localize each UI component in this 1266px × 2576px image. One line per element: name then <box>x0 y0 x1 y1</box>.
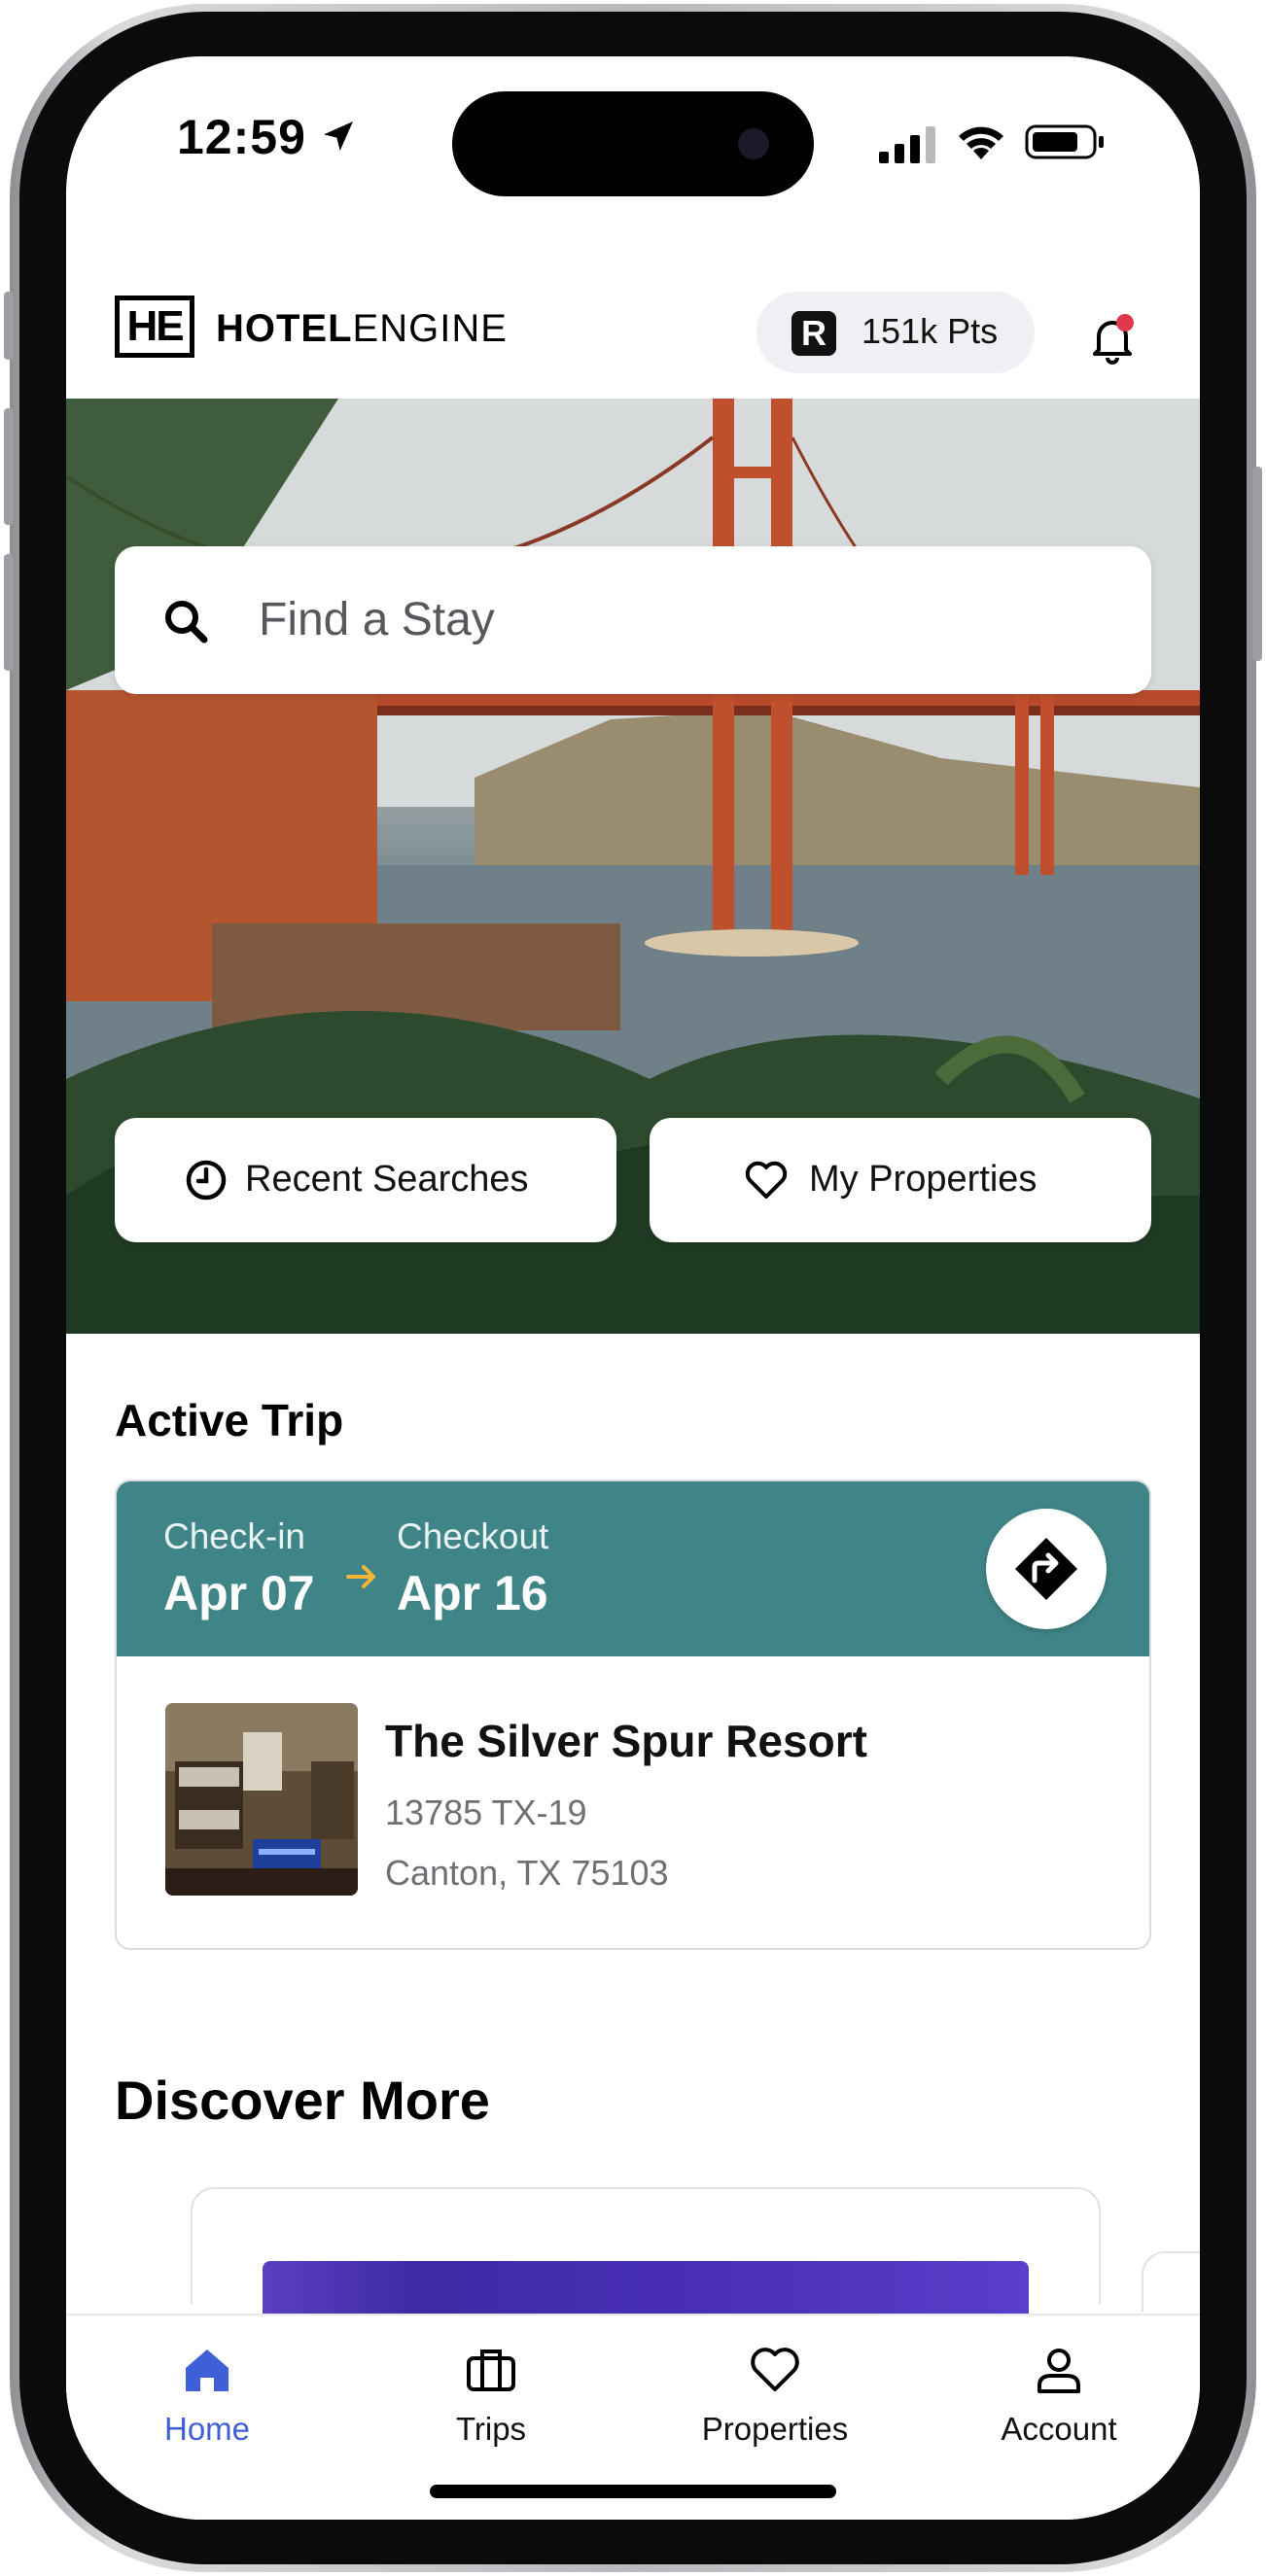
hotel-address-line2: Canton, TX 75103 <box>385 1853 669 1893</box>
tab-account-label: Account <box>1001 2411 1117 2447</box>
hotel-room-photo <box>165 1703 358 1896</box>
clock-icon <box>186 1160 227 1201</box>
tab-home[interactable]: Home <box>66 2315 348 2461</box>
volume-down-button <box>4 554 14 671</box>
camera-icon <box>738 128 769 159</box>
arrow-right-icon <box>346 1565 375 1588</box>
briefcase-icon <box>467 2350 515 2391</box>
tab-properties[interactable]: Properties <box>634 2315 916 2461</box>
tab-home-label: Home <box>163 2411 251 2447</box>
power-button <box>1252 467 1262 661</box>
find-a-stay-search[interactable]: Find a Stay <box>115 546 1151 694</box>
home-indicator[interactable] <box>430 2485 836 2498</box>
hero-image-section: Find a Stay Recent Searches My Propertie… <box>66 399 1200 1334</box>
status-bar: 12:59 <box>66 56 1200 202</box>
recent-searches-button[interactable]: Recent Searches <box>115 1118 616 1242</box>
discover-card[interactable] <box>191 2187 1101 2319</box>
rewards-points-button[interactable]: R 151k Pts <box>756 292 1035 373</box>
tab-account[interactable]: Account <box>918 2315 1200 2461</box>
status-time: 12:59 <box>177 110 306 164</box>
checkin-date: Apr 07 <box>163 1566 315 1620</box>
checkout-date: Apr 16 <box>397 1566 548 1620</box>
hotel-name: The Silver Spur Resort <box>385 1716 867 1766</box>
active-trip-card[interactable]: Check-in Apr 07 Checkout Apr 16 The Silv… <box>115 1479 1151 1950</box>
cellular-signal-icon <box>879 126 935 163</box>
hotel-thumbnail-image <box>165 1703 358 1896</box>
hotel-address-line1: 13785 TX-19 <box>385 1793 587 1832</box>
home-icon <box>186 2350 229 2391</box>
discover-card-next[interactable] <box>1142 2251 1200 2312</box>
dynamic-island <box>452 91 814 196</box>
brand-logo-text: HOTELENGINE <box>216 307 508 351</box>
checkin-label: Check-in <box>163 1516 305 1556</box>
heart-icon <box>745 1161 788 1199</box>
tab-properties-label: Properties <box>701 2411 849 2447</box>
brand-logo-mark: HE <box>115 296 194 358</box>
logo-text-regular: ENGINE <box>352 307 508 350</box>
battery-icon <box>1025 124 1104 159</box>
directions-icon <box>1015 1538 1077 1600</box>
screen: 12:59 HE HOTELENGINE R 151k Pts Find a S… <box>66 56 1200 2520</box>
trip-dates-header: Check-in Apr 07 Checkout Apr 16 <box>117 1481 1149 1656</box>
my-properties-label: My Properties <box>809 1159 1037 1200</box>
volume-up-button <box>4 408 14 525</box>
wifi-icon <box>959 126 1003 159</box>
discover-card-banner <box>263 2261 1029 2319</box>
checkout-label: Checkout <box>397 1516 549 1556</box>
discover-more-title: Discover More <box>115 2070 490 2131</box>
points-label: 151k Pts <box>862 311 999 351</box>
recent-searches-label: Recent Searches <box>245 1159 529 1200</box>
person-icon <box>1037 2349 1080 2393</box>
directions-button[interactable] <box>986 1509 1107 1629</box>
search-placeholder: Find a Stay <box>259 594 495 645</box>
location-arrow-icon <box>324 122 353 151</box>
my-properties-button[interactable]: My Properties <box>650 1118 1151 1242</box>
tab-trips-label: Trips <box>455 2411 527 2447</box>
logo-text-bold: HOTEL <box>216 307 353 350</box>
action-button <box>4 292 14 360</box>
app-header: HE HOTELENGINE R 151k Pts <box>66 270 1200 397</box>
tab-trips[interactable]: Trips <box>350 2315 632 2461</box>
rewards-icon: R <box>791 311 836 356</box>
notification-bell-icon[interactable] <box>1085 311 1140 366</box>
search-icon <box>165 601 208 644</box>
active-trip-title: Active Trip <box>115 1395 344 1445</box>
heart-icon <box>751 2348 799 2391</box>
